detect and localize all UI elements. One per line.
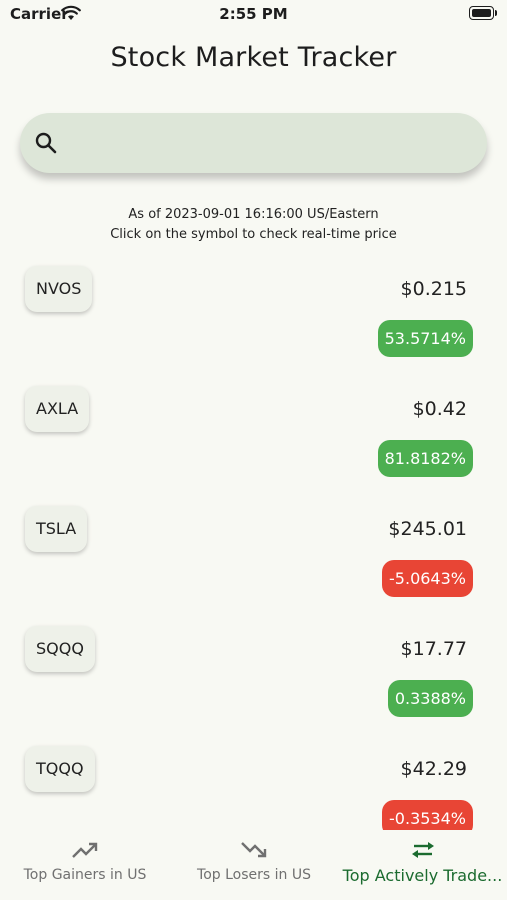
trending-up-icon <box>72 842 98 858</box>
stock-row: TQQQ $42.29 -0.3534% <box>0 742 507 830</box>
trending-down-icon <box>241 842 267 858</box>
tab-label: Top Gainers in US <box>23 867 147 883</box>
search-bar[interactable] <box>20 113 487 173</box>
symbol-button[interactable]: NVOS <box>25 266 93 312</box>
change-badge: 53.5714% <box>377 320 473 357</box>
tab-top-actively-traded[interactable]: Top Actively Trade... <box>338 830 507 900</box>
clock: 2:55 PM <box>219 5 288 23</box>
stock-row: SQQQ $17.77 0.3388% <box>0 622 507 742</box>
search-input[interactable] <box>76 113 467 173</box>
page-title: Stock Market Tracker <box>110 42 397 73</box>
bottom-nav: Top Gainers in US Top Losers in US Top A… <box>0 830 507 900</box>
stock-row: AXLA $0.42 81.8182% <box>0 382 507 502</box>
stock-row: TSLA $245.01 -5.0643% <box>0 502 507 622</box>
symbol-button[interactable]: SQQQ <box>25 626 95 672</box>
symbol-button[interactable]: AXLA <box>25 386 90 432</box>
tab-label: Top Actively Trade... <box>342 866 503 885</box>
price-label: $0.215 <box>400 278 467 300</box>
symbol-button[interactable]: TQQQ <box>25 746 95 792</box>
change-badge: 0.3388% <box>387 680 473 717</box>
price-label: $245.01 <box>388 518 467 540</box>
change-badge: -0.3534% <box>382 800 473 830</box>
battery-icon <box>469 6 497 21</box>
stock-list[interactable]: NVOS $0.215 53.5714% AXLA $0.42 81.8182%… <box>0 262 507 830</box>
change-badge: 81.8182% <box>377 440 473 477</box>
stock-row: NVOS $0.215 53.5714% <box>0 262 507 382</box>
price-label: $42.29 <box>400 758 467 780</box>
price-label: $17.77 <box>400 638 467 660</box>
tab-label: Top Losers in US <box>197 867 311 883</box>
swap-arrows-icon <box>411 842 434 858</box>
symbol-button[interactable]: TSLA <box>25 506 88 552</box>
price-label: $0.42 <box>412 398 467 420</box>
search-icon[interactable] <box>34 131 58 155</box>
as-of-timestamp: As of 2023-09-01 16:16:00 US/Eastern <box>128 207 379 222</box>
tab-top-losers[interactable]: Top Losers in US <box>170 830 338 900</box>
change-badge: -5.0643% <box>382 560 473 597</box>
info-text: As of 2023-09-01 16:16:00 US/Eastern Cli… <box>0 205 507 245</box>
hint-text: Click on the symbol to check real-time p… <box>110 227 397 242</box>
status-bar: Carrier 2:55 PM <box>0 0 507 30</box>
tab-top-gainers[interactable]: Top Gainers in US <box>0 830 170 900</box>
